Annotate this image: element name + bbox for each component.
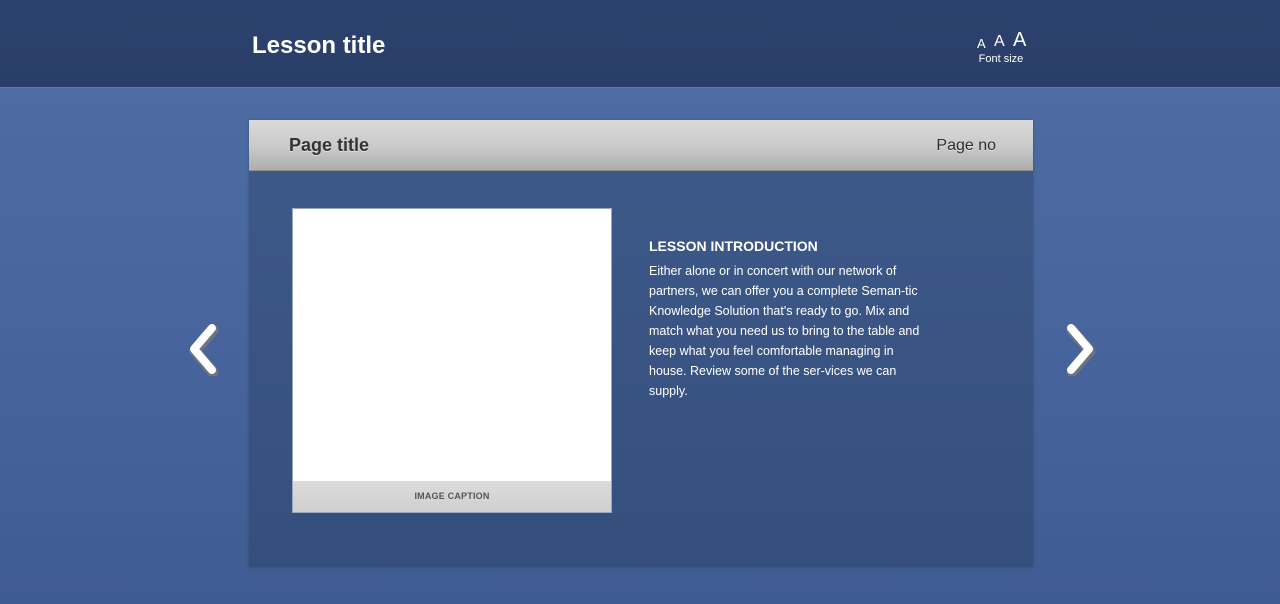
intro-body-text: Either alone or in concert with our netw… — [649, 264, 920, 398]
font-size-medium-button[interactable]: A — [994, 34, 1005, 50]
next-page-button[interactable] — [1063, 322, 1099, 376]
page-number: Page no — [936, 137, 996, 154]
intro-heading: LESSON INTRODUCTION — [649, 238, 818, 254]
page-header-bar: Page title Page no — [249, 120, 1033, 171]
lesson-image: IMAGE CAPTION — [292, 208, 612, 513]
image-caption: IMAGE CAPTION — [293, 481, 611, 512]
previous-page-button[interactable] — [184, 322, 220, 376]
font-size-control: A A A Font size — [970, 28, 1032, 68]
font-size-small-button[interactable]: A — [977, 37, 986, 50]
lesson-content-panel: Page title Page no IMAGE CAPTION LESSON … — [249, 120, 1033, 567]
lesson-title: Lesson title — [252, 32, 386, 59]
chevron-right-icon — [1066, 324, 1096, 376]
font-size-large-button[interactable]: A — [1013, 30, 1026, 50]
lesson-introduction: LESSON INTRODUCTION Either alone or in c… — [649, 236, 929, 401]
page-title: Page title — [289, 135, 370, 155]
font-size-label: Font size — [978, 53, 1024, 65]
image-placeholder — [293, 209, 611, 481]
chevron-left-icon — [189, 324, 219, 376]
top-header-bar: Lesson title A A A Font size — [0, 0, 1280, 88]
